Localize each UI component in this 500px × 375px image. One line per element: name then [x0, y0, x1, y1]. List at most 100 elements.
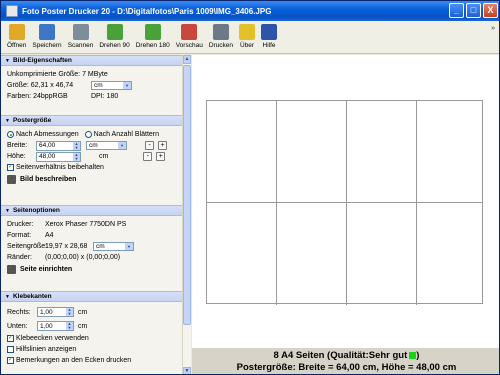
breite-unit-select[interactable]: cm ▼: [86, 141, 127, 150]
format-value: A4: [45, 232, 54, 239]
klebeecken-label: Klebeecken verwenden: [16, 335, 89, 342]
section-header-poster[interactable]: ▼ Postergröße: [1, 115, 182, 126]
describe-image-label: Bild beschreiben: [20, 176, 77, 183]
toolbar-button[interactable]: Drehen 180: [136, 21, 170, 53]
spinner-icon[interactable]: ▲ ▼: [66, 322, 73, 330]
spinner-icon[interactable]: ▲ ▼: [66, 308, 73, 316]
page-unit-select[interactable]: cm ▼: [93, 242, 134, 251]
format-label: Format:: [7, 232, 32, 239]
rechts-unit: cm: [78, 308, 88, 316]
app-icon: [6, 5, 18, 17]
page-setup-button[interactable]: Seite einrichten: [7, 263, 176, 276]
hoehe-input[interactable]: 48,00 ▲ ▼: [36, 151, 81, 162]
chevron-down-icon: ▼: [118, 142, 126, 149]
drucker-value: Xerox Phaser 7750DN PS: [45, 221, 127, 228]
poster-size-line: Postergröße: Breite = 64,00 cm, Höhe = 4…: [236, 362, 457, 373]
unten-value: 1,00: [40, 322, 53, 330]
toolbar-button-label: Speichern: [32, 42, 62, 49]
seitengroesse-label: Seitengröße:: [7, 243, 48, 250]
maximize-button[interactable]: □: [466, 3, 481, 18]
scroll-thumb[interactable]: [183, 65, 191, 325]
section-header-klebe[interactable]: ▼ Klebekanten: [1, 291, 182, 302]
bemerkungen-label: Bemerkungen an den Ecken drucken: [16, 357, 132, 364]
breite-input[interactable]: 64,00 ▲ ▼: [36, 140, 81, 151]
toolbar-button[interactable]: Vorschau: [176, 21, 203, 53]
options-panel: ▼ Bild-Eigenschaften Unkomprimierte Größe…: [1, 55, 182, 374]
toolbar-button[interactable]: Hilfe: [261, 21, 278, 53]
quality-line: 8 A4 Seiten (Qualität:Sehr gut): [192, 350, 499, 362]
dpi-label: DPI: 180: [91, 93, 119, 100]
image-unit-select[interactable]: cm ▼: [91, 81, 132, 90]
minimize-button[interactable]: _: [449, 3, 464, 18]
section-seiten: Drucker: Xerox Phaser 7750DN PS Format: A4…: [1, 216, 182, 291]
klebeecken-checkbox[interactable]: ✓: [7, 335, 14, 342]
save-disk-icon: [39, 24, 56, 40]
window-title: Foto Poster Drucker 20 - D:\Digitalfotos…: [22, 6, 272, 16]
preview-icon: [181, 24, 198, 40]
breite-value: 64,00: [39, 142, 56, 149]
toolbar-button[interactable]: Speichern: [32, 21, 62, 53]
scroll-up-icon[interactable]: ▲: [183, 55, 191, 64]
toolbar-button[interactable]: Drehen 90: [99, 21, 130, 53]
status-quality-end: ): [416, 350, 420, 361]
chevron-down-icon: ▼: [123, 82, 131, 89]
hoehe-label: Höhe:: [7, 153, 26, 160]
ratio-checkbox-label: Seitenverhältnis beibehalten: [16, 164, 104, 171]
close-button[interactable]: X: [483, 3, 498, 18]
toolbar-button[interactable]: Öffnen: [7, 21, 26, 53]
section-klebe: Rechts: 1,00 ▲ ▼ cm Unten: 1,00 ▲ ▼ cm ✓ Kleb…: [1, 302, 182, 374]
toolbar-chevron-icon[interactable]: »: [491, 25, 495, 32]
collapse-triangle-icon: ▼: [5, 57, 10, 64]
raender-value: (0,00;0,00) x (0,00;0,00): [45, 254, 121, 261]
help-book-icon: [261, 24, 278, 40]
size-text: Unkomprimierte Größe: 7 MByte: [7, 71, 108, 78]
radio-by-sheets[interactable]: [84, 131, 92, 138]
toolbar-button-label: Drucken: [208, 42, 234, 49]
scroll-down-icon[interactable]: ▼: [183, 367, 191, 374]
breite-plus-button[interactable]: +: [158, 141, 167, 150]
page-unit-value: cm: [96, 243, 105, 250]
app-window: Foto Poster Drucker 20 - D:\Digitalfotos…: [0, 0, 500, 375]
hoehe-value: 48,00: [39, 153, 56, 160]
drucker-label: Drucker:: [7, 221, 34, 228]
unten-input[interactable]: 1,00 ▲ ▼: [37, 321, 74, 331]
section-header-seiten[interactable]: ▼ Seitenoptionen: [1, 205, 182, 216]
radio-by-dimensions[interactable]: [7, 131, 14, 138]
breite-minus-button[interactable]: -: [145, 141, 154, 150]
panel-scrollbar[interactable]: ▲ ▼: [182, 55, 191, 374]
section-title: Seitenoptionen: [12, 207, 60, 214]
section-poster: Nach Abmessungen Nach Anzahl Blättern Br…: [1, 126, 182, 205]
section-title: Bild-Eigenschaften: [12, 57, 72, 64]
spinner-icon[interactable]: ▲ ▼: [73, 152, 80, 161]
toolbar-button[interactable]: Über: [239, 21, 256, 53]
status-quality-text: 8 A4 Seiten (Qualität:Sehr gut: [273, 350, 408, 361]
printer-small-icon: [7, 265, 16, 274]
toolbar-button-label: Über: [239, 42, 255, 49]
hilfslinien-checkbox[interactable]: [7, 346, 14, 353]
page-setup-label: Seite einrichten: [20, 266, 73, 273]
page-grid-line: [206, 202, 483, 203]
collapse-triangle-icon: ▼: [5, 293, 10, 300]
ratio-checkbox[interactable]: ✓: [7, 164, 14, 171]
section-title: Postergröße: [12, 117, 52, 124]
describe-image-button[interactable]: Bild beschreiben: [7, 173, 176, 186]
spinner-icon[interactable]: ▲ ▼: [73, 141, 80, 150]
rechts-input[interactable]: 1,00 ▲ ▼: [37, 307, 74, 317]
rechts-value: 1,00: [40, 308, 53, 316]
rotate-180-icon: [144, 24, 161, 40]
toolbar-button-label: Öffnen: [7, 42, 27, 49]
hoehe-minus-button[interactable]: -: [143, 152, 153, 161]
toolbar-button[interactable]: Scannen: [68, 21, 93, 53]
bemerkungen-checkbox[interactable]: ✓: [7, 357, 14, 364]
scanner-icon: [72, 24, 89, 40]
collapse-triangle-icon: ▼: [5, 117, 10, 124]
help-about-icon: [239, 24, 256, 40]
hoehe-plus-button[interactable]: +: [156, 152, 166, 161]
image-unit-value: cm: [94, 82, 103, 89]
chevron-down-icon: ▼: [125, 243, 133, 250]
rechts-label: Rechts:: [7, 308, 31, 316]
status-bar: 8 A4 Seiten (Qualität:Sehr gut) Postergr…: [192, 348, 499, 374]
unten-unit: cm: [78, 322, 88, 330]
section-header-bild[interactable]: ▼ Bild-Eigenschaften: [1, 55, 182, 66]
toolbar-button[interactable]: Drucken: [209, 21, 233, 53]
